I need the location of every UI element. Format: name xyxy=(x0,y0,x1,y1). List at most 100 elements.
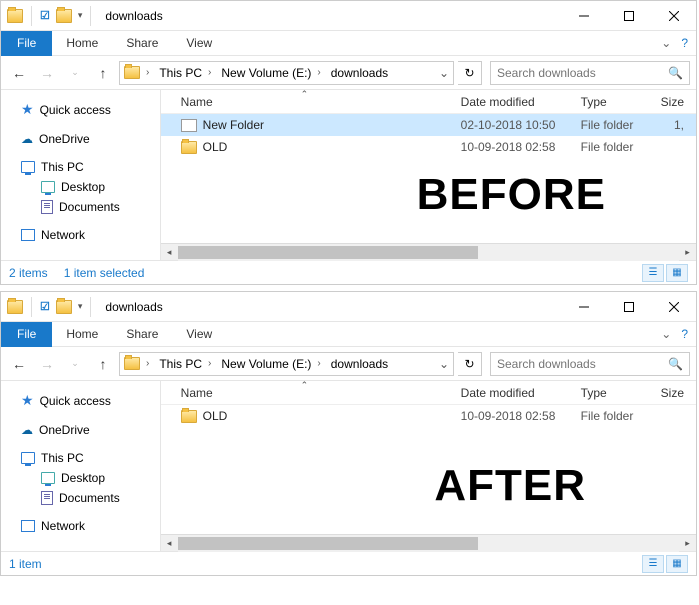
share-tab[interactable]: Share xyxy=(112,322,172,347)
ribbon-tabs: File Home Share View ⌄ ? xyxy=(1,322,696,347)
maximize-button[interactable] xyxy=(606,1,651,31)
column-headers[interactable]: ⌃ Name Date modified Type Size xyxy=(161,381,696,405)
crumb-volume[interactable]: New Volume (E:) xyxy=(221,357,311,371)
title-bar[interactable]: ☑ ▾ downloads xyxy=(1,292,696,322)
ribbon-chevron-icon[interactable]: ⌄ xyxy=(661,36,671,50)
search-input[interactable] xyxy=(497,357,668,371)
search-icon[interactable]: 🔍 xyxy=(668,357,683,371)
col-name[interactable]: Name xyxy=(181,95,461,109)
scrollbar-thumb[interactable] xyxy=(178,246,479,259)
scroll-right-icon[interactable]: ▸ xyxy=(679,244,696,261)
close-button[interactable] xyxy=(651,292,696,322)
up-button[interactable]: ↑ xyxy=(91,352,115,376)
sidebar-onedrive[interactable]: ☁OneDrive xyxy=(1,420,160,440)
help-icon[interactable]: ? xyxy=(681,36,688,50)
sidebar-network[interactable]: Network xyxy=(1,225,160,245)
col-size[interactable]: Size xyxy=(661,386,696,400)
address-dropdown-icon[interactable]: ⌄ xyxy=(435,357,453,371)
minimize-button[interactable] xyxy=(561,292,606,322)
file-tab[interactable]: File xyxy=(1,31,52,56)
address-bar[interactable]: › This PC› New Volume (E:)› downloads ⌄ xyxy=(119,352,454,376)
recent-dropdown[interactable]: ⌄ xyxy=(63,352,87,376)
share-tab[interactable]: Share xyxy=(112,31,172,56)
separator xyxy=(31,297,32,317)
quick-new-folder-icon[interactable] xyxy=(56,9,72,23)
search-box[interactable]: 🔍 xyxy=(490,352,690,376)
search-icon[interactable]: 🔍 xyxy=(668,66,683,80)
ribbon-chevron-icon[interactable]: ⌄ xyxy=(661,327,671,341)
forward-button[interactable]: → xyxy=(35,61,59,85)
view-large-icon[interactable]: ▦ xyxy=(666,264,688,282)
home-tab[interactable]: Home xyxy=(52,31,112,56)
recent-dropdown[interactable]: ⌄ xyxy=(63,61,87,85)
address-bar[interactable]: › This PC› New Volume (E:)› downloads ⌄ xyxy=(119,61,454,85)
file-list-area: ⌃ Name Date modified Type Size New Folde… xyxy=(161,90,696,260)
refresh-button[interactable]: ↻ xyxy=(458,61,482,85)
sidebar-documents[interactable]: Documents xyxy=(1,488,160,508)
refresh-button[interactable]: ↻ xyxy=(458,352,482,376)
crumb-downloads[interactable]: downloads xyxy=(331,66,388,80)
column-headers[interactable]: ⌃ Name Date modified Type Size xyxy=(161,90,696,114)
col-type[interactable]: Type xyxy=(581,95,661,109)
back-button[interactable]: ← xyxy=(7,352,31,376)
crumb-this-pc[interactable]: This PC xyxy=(159,357,202,371)
scroll-right-icon[interactable]: ▸ xyxy=(679,535,696,552)
search-input[interactable] xyxy=(497,66,668,80)
address-dropdown-icon[interactable]: ⌄ xyxy=(435,66,453,80)
quick-checkbox-icon[interactable]: ☑ xyxy=(40,9,50,22)
col-size[interactable]: Size xyxy=(661,95,696,109)
view-large-icon[interactable]: ▦ xyxy=(666,555,688,573)
scrollbar-thumb[interactable] xyxy=(178,537,479,550)
label: Network xyxy=(41,228,85,242)
view-details-icon[interactable]: ☰ xyxy=(642,264,664,282)
sidebar-quick-access[interactable]: ★Quick access xyxy=(1,98,160,121)
scroll-left-icon[interactable]: ◂ xyxy=(161,535,178,552)
close-button[interactable] xyxy=(651,1,696,31)
title-bar[interactable]: ☑ ▾ downloads xyxy=(1,1,696,31)
sidebar-network[interactable]: Network xyxy=(1,516,160,536)
search-box[interactable]: 🔍 xyxy=(490,61,690,85)
col-type[interactable]: Type xyxy=(581,386,661,400)
sidebar-onedrive[interactable]: ☁OneDrive xyxy=(1,129,160,149)
file-row[interactable]: New Folder02-10-2018 10:50File folder1, xyxy=(161,114,696,136)
file-tab[interactable]: File xyxy=(1,322,52,347)
up-button[interactable]: ↑ xyxy=(91,61,115,85)
sidebar-this-pc[interactable]: This PC xyxy=(1,157,160,177)
navigation-pane[interactable]: ★Quick access ☁OneDrive This PC Desktop … xyxy=(1,90,161,260)
sidebar-this-pc[interactable]: This PC xyxy=(1,448,160,468)
chevron-right-icon[interactable]: › xyxy=(144,67,151,78)
help-icon[interactable]: ? xyxy=(681,327,688,341)
label: This PC xyxy=(41,451,84,465)
forward-button[interactable]: → xyxy=(35,352,59,376)
col-date[interactable]: Date modified xyxy=(461,95,581,109)
home-tab[interactable]: Home xyxy=(52,322,112,347)
content-area: ★Quick access ☁OneDrive This PC Desktop … xyxy=(1,381,696,551)
sidebar-documents[interactable]: Documents xyxy=(1,197,160,217)
sidebar-quick-access[interactable]: ★Quick access xyxy=(1,389,160,412)
crumb-this-pc[interactable]: This PC xyxy=(159,66,202,80)
quick-checkbox-icon[interactable]: ☑ xyxy=(40,300,50,313)
overlay-label: BEFORE xyxy=(417,170,606,220)
sidebar-desktop[interactable]: Desktop xyxy=(1,468,160,488)
maximize-button[interactable] xyxy=(606,292,651,322)
horizontal-scrollbar[interactable]: ◂ ▸ xyxy=(161,534,696,551)
file-row[interactable]: OLD10-09-2018 02:58File folder xyxy=(161,405,696,427)
navigation-bar: ← → ⌄ ↑ › This PC› New Volume (E:)› down… xyxy=(1,347,696,381)
col-date[interactable]: Date modified xyxy=(461,386,581,400)
crumb-volume[interactable]: New Volume (E:) xyxy=(221,66,311,80)
horizontal-scrollbar[interactable]: ◂ ▸ xyxy=(161,243,696,260)
file-row[interactable]: OLD10-09-2018 02:58File folder xyxy=(161,136,696,158)
col-name[interactable]: Name xyxy=(181,386,461,400)
quick-new-folder-icon[interactable] xyxy=(56,300,72,314)
view-tab[interactable]: View xyxy=(172,322,226,347)
minimize-button[interactable] xyxy=(561,1,606,31)
crumb-downloads[interactable]: downloads xyxy=(331,357,388,371)
quick-dropdown-icon[interactable]: ▾ xyxy=(78,301,83,312)
scroll-left-icon[interactable]: ◂ xyxy=(161,244,178,261)
view-tab[interactable]: View xyxy=(172,31,226,56)
quick-dropdown-icon[interactable]: ▾ xyxy=(78,10,83,21)
view-details-icon[interactable]: ☰ xyxy=(642,555,664,573)
back-button[interactable]: ← xyxy=(7,61,31,85)
navigation-pane[interactable]: ★Quick access ☁OneDrive This PC Desktop … xyxy=(1,381,161,551)
sidebar-desktop[interactable]: Desktop xyxy=(1,177,160,197)
